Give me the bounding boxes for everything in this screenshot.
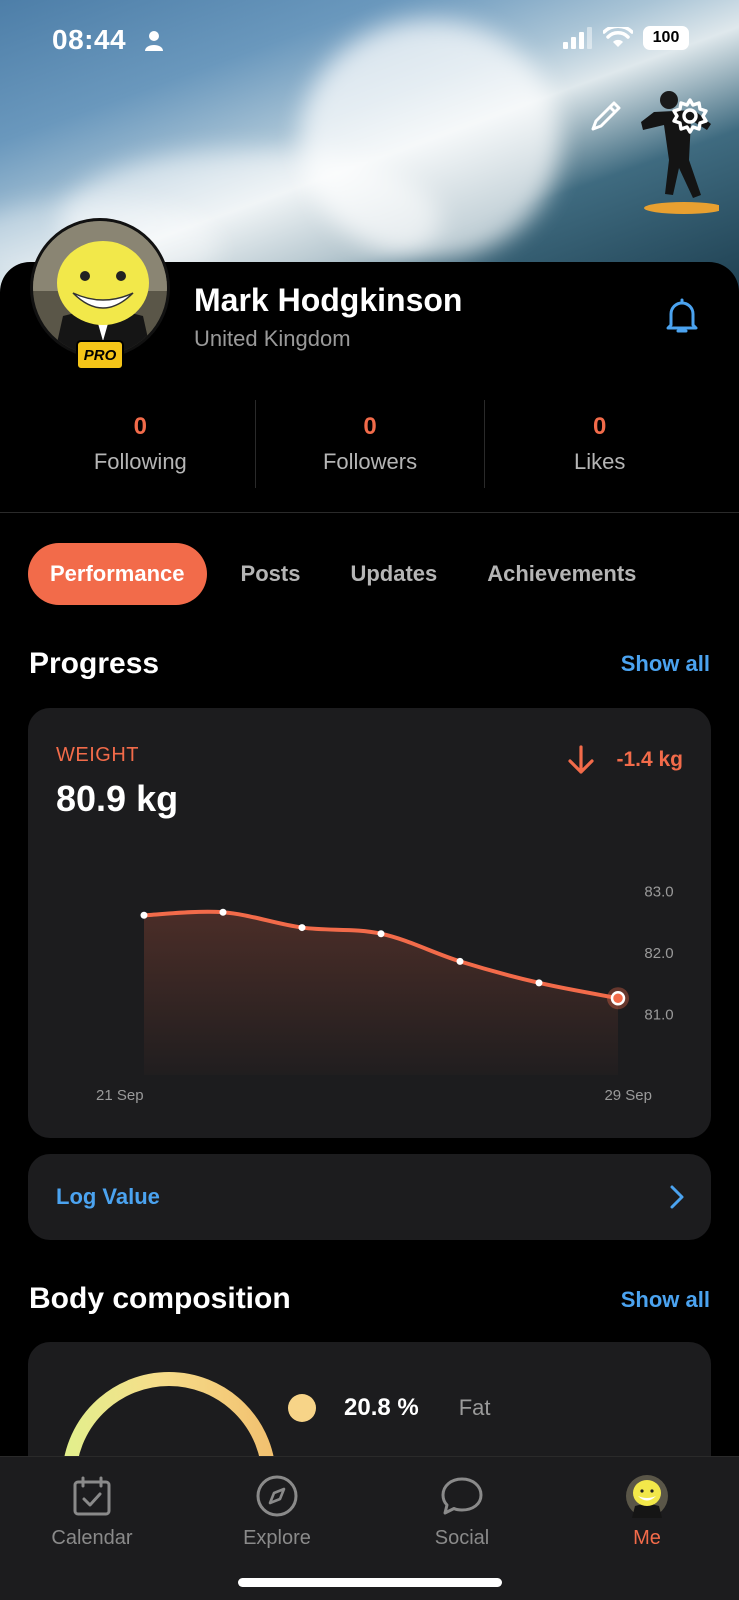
y-tick-label: 82.0: [644, 945, 673, 962]
person-icon: [145, 31, 163, 51]
body-composition-show-all-link[interactable]: Show all: [621, 1287, 710, 1313]
compass-icon: [256, 1475, 298, 1517]
profile-tabs: Performance Posts Updates Achievements: [28, 543, 668, 605]
progress-show-all-link[interactable]: Show all: [621, 651, 710, 677]
avatar-icon: [626, 1475, 668, 1518]
wifi-icon: [603, 27, 633, 47]
chat-bubble-icon: [441, 1477, 483, 1515]
y-tick-label: 81.0: [644, 1007, 673, 1024]
tab-updates[interactable]: Updates: [332, 543, 455, 605]
chart-point: [298, 924, 306, 932]
chart-point: [456, 957, 464, 965]
stat-value: 0: [363, 413, 377, 440]
settings-button[interactable]: [668, 94, 712, 138]
battery-indicator: 100: [643, 26, 689, 50]
fat-color-dot: [288, 1394, 316, 1422]
log-value-button[interactable]: Log Value: [28, 1154, 711, 1240]
stat-following[interactable]: 0 Following: [26, 400, 255, 488]
chart-point: [140, 911, 148, 919]
gear-icon: [672, 98, 708, 134]
nav-calendar[interactable]: Calendar: [22, 1471, 162, 1550]
profile-stats: 0 Following 0 Followers 0 Likes: [26, 400, 714, 488]
notifications-button[interactable]: [662, 296, 702, 336]
edit-profile-button[interactable]: [584, 94, 628, 138]
avatar-image: [33, 221, 167, 355]
stat-value: 0: [593, 413, 607, 440]
fat-legend: 20.8 % Fat: [288, 1394, 491, 1422]
fat-label: Fat: [458, 1395, 491, 1420]
nav-label: Me: [633, 1527, 661, 1549]
stat-label: Followers: [322, 449, 418, 474]
chart-point: [377, 930, 385, 938]
calendar-icon: [73, 1476, 111, 1516]
log-value-label: Log Value: [56, 1184, 160, 1209]
nav-explore[interactable]: Explore: [207, 1471, 347, 1550]
tab-posts[interactable]: Posts: [223, 543, 319, 605]
x-tick-label: 21 Sep: [96, 1087, 144, 1104]
chart-point: [219, 908, 227, 916]
x-tick-label: 29 Sep: [604, 1087, 652, 1104]
stat-followers[interactable]: 0 Followers: [254, 400, 485, 488]
status-time: 08:44: [52, 24, 127, 55]
stat-label: Following: [93, 449, 187, 474]
status-bar: 08:44 100: [0, 0, 739, 84]
weight-chart: 83.0 82.0 81.0 21 Sep 29 Sep: [96, 884, 674, 1104]
stat-label: Likes: [574, 449, 626, 474]
avatar[interactable]: [30, 218, 170, 358]
progress-title: Progress: [29, 647, 160, 680]
stat-likes[interactable]: 0 Likes: [484, 400, 714, 488]
fat-value: 20.8 %: [344, 1394, 419, 1421]
chart-point: [535, 979, 543, 987]
y-tick-label: 83.0: [644, 884, 673, 901]
nav-social[interactable]: Social: [392, 1471, 532, 1550]
nav-label: Social: [434, 1527, 490, 1549]
nav-label: Calendar: [51, 1527, 133, 1549]
tab-achievements[interactable]: Achievements: [469, 543, 654, 605]
chart-point: [610, 990, 626, 1006]
profile-name: Mark Hodgkinson: [194, 282, 463, 318]
pro-badge: PRO: [76, 340, 124, 370]
divider: [0, 512, 739, 513]
home-indicator: [238, 1578, 502, 1587]
weight-card[interactable]: WEIGHT 80.9 kg -1.4 kg 83.0 82.0 81.0 21 Se…: [28, 708, 711, 1138]
signal-icon: [563, 27, 592, 49]
profile-country: United Kingdom: [194, 326, 351, 351]
stat-value: 0: [133, 413, 148, 440]
nav-me[interactable]: Me: [577, 1471, 717, 1550]
body-composition-title: Body composition: [29, 1282, 291, 1315]
pencil-icon: [591, 101, 621, 131]
nav-label: Explore: [243, 1527, 311, 1549]
tab-performance[interactable]: Performance: [28, 543, 207, 605]
bell-icon: [666, 298, 698, 333]
chevron-right-icon: [670, 1185, 684, 1209]
